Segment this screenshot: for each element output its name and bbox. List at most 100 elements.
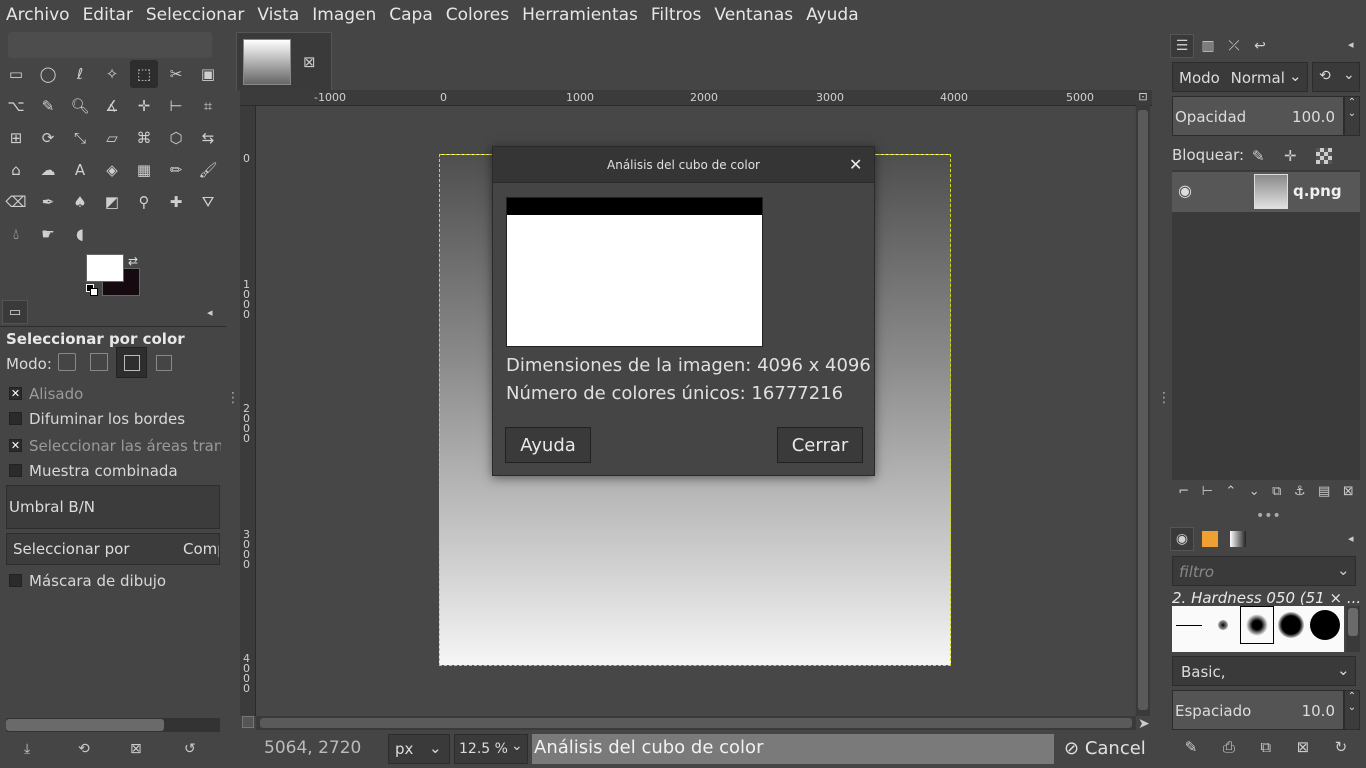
airbrush-icon[interactable]: ✒ — [34, 188, 62, 216]
new-brush-icon[interactable]: ⎙ — [1223, 738, 1235, 762]
unified-transform-icon[interactable]: ⊞ — [2, 124, 30, 152]
gradient-icon[interactable]: ▦ — [130, 156, 158, 184]
smudge-icon[interactable]: ☛ — [34, 220, 62, 248]
lock-alpha-icon[interactable] — [1316, 148, 1332, 164]
opacity-spinner[interactable]: ⌃ ⌄ — [1344, 96, 1360, 136]
mode-replace-icon[interactable] — [58, 353, 76, 371]
free-select-icon[interactable]: ℓ — [66, 60, 94, 88]
layer-mode-select[interactable]: Modo Normal ⌄ — [1172, 62, 1308, 92]
opacity-slider[interactable]: Opacidad 100.0 — [1172, 96, 1344, 136]
paths-tab-icon[interactable]: ⤫ — [1222, 34, 1246, 58]
foreground-select-icon[interactable]: ▣ — [194, 60, 222, 88]
brush-grid[interactable] — [1172, 606, 1344, 652]
fuzzy-select-icon[interactable]: ✧ — [98, 60, 126, 88]
refresh-brushes-icon[interactable]: ↻ — [1335, 738, 1348, 762]
menu-herramientas[interactable]: Herramientas — [522, 5, 638, 25]
perspective-clone-icon[interactable]: ⛛ — [194, 188, 222, 216]
dialog-titlebar[interactable]: Análisis del cubo de color ✕ — [493, 147, 874, 183]
delete-brush-icon[interactable]: ⊠ — [1297, 738, 1310, 762]
mode-intersect-icon[interactable] — [156, 355, 172, 371]
horizontal-scrollbar[interactable] — [256, 716, 1136, 730]
warp-transform-icon[interactable]: ☁ — [34, 156, 62, 184]
close-image-icon[interactable]: ⊠ — [303, 53, 316, 71]
select-transparent-checkbox[interactable]: ✕ — [9, 439, 22, 452]
brush-item-selected[interactable] — [1240, 606, 1274, 644]
image-tab[interactable]: ⊠ — [236, 32, 332, 90]
eraser-icon[interactable]: ⌫ — [2, 188, 30, 216]
save-options-icon[interactable]: ⤓ — [24, 741, 30, 757]
dodge-burn-icon[interactable]: ◖ — [66, 220, 94, 248]
feather-checkbox[interactable] — [9, 412, 22, 425]
spacing-spinner[interactable]: ⌃ ⌄ — [1344, 690, 1360, 730]
antialias-checkbox[interactable]: ✕ — [9, 387, 22, 400]
menu-archivo[interactable]: Archivo — [6, 5, 70, 25]
zoom-select[interactable]: 12.5 % ⌄ — [454, 734, 528, 764]
eye-icon[interactable]: ◉ — [1178, 181, 1192, 200]
select-by-combo[interactable]: Seleccionar por Comp — [6, 533, 220, 565]
draw-mask-checkbox[interactable] — [9, 574, 22, 587]
panel-menu-icon[interactable]: ◂ — [207, 306, 213, 319]
bucket-fill-icon[interactable]: ◈ — [98, 156, 126, 184]
layers-tab-icon[interactable]: ☰ — [1170, 34, 1194, 58]
cancel-button[interactable]: ⊘ Cancel — [1064, 738, 1146, 759]
dock-separator-handle[interactable]: ••• — [1256, 508, 1281, 524]
restore-options-icon[interactable]: ⟲ — [78, 741, 90, 757]
heal-icon[interactable]: ✚ — [162, 188, 190, 216]
undo-history-tab-icon[interactable]: ↩ — [1248, 34, 1272, 58]
warp-icon[interactable]: ⌘ — [130, 124, 158, 152]
default-colors-icon[interactable] — [86, 284, 98, 296]
reset-options-icon[interactable]: ↺ — [184, 741, 196, 757]
menu-filtros[interactable]: Filtros — [651, 5, 702, 25]
new-layer-icon[interactable]: ⊢ — [1202, 484, 1213, 506]
vertical-scrollbar[interactable] — [1136, 106, 1150, 716]
ellipse-select-icon[interactable]: ◯ — [34, 60, 62, 88]
mask-layer-icon[interactable]: ▤ — [1318, 484, 1330, 506]
brush-item[interactable] — [1274, 606, 1308, 644]
pencil-icon[interactable]: ✏ — [162, 156, 190, 184]
paintbrush-icon[interactable]: 🖌︎ — [194, 156, 222, 184]
flip-icon[interactable]: ⇆ — [194, 124, 222, 152]
menu-vista[interactable]: Vista — [257, 5, 299, 25]
scissors-icon[interactable]: ✂ — [162, 60, 190, 88]
lock-position-icon[interactable]: ✛ — [1284, 147, 1297, 165]
lock-pixels-icon[interactable]: ✎ — [1252, 147, 1265, 165]
menu-capa[interactable]: Capa — [389, 5, 433, 25]
brush-grid-scrollbar[interactable] — [1346, 606, 1360, 652]
sample-merged-checkbox[interactable] — [9, 464, 22, 477]
panel-menu-icon[interactable]: ◂ — [1348, 532, 1354, 545]
mode-add-icon[interactable] — [90, 353, 108, 371]
delete-layer-icon[interactable]: ⊠ — [1343, 484, 1354, 506]
text-icon[interactable]: A — [66, 156, 94, 184]
gradients-tab-icon[interactable] — [1226, 527, 1250, 551]
channels-tab-icon[interactable]: ▥ — [1196, 34, 1220, 58]
rect-select-icon[interactable]: ▭ — [2, 60, 30, 88]
measure-icon[interactable]: ∡ — [98, 92, 126, 120]
move-icon[interactable]: ✛ — [130, 92, 158, 120]
raise-layer-icon[interactable]: ⌃ — [1225, 484, 1236, 506]
brushes-tab-icon[interactable]: ◉ — [1170, 527, 1194, 551]
brush-item[interactable] — [1206, 606, 1240, 644]
brush-filter-input[interactable]: filtro ⌄ — [1172, 556, 1356, 586]
unit-select[interactable]: px ⌄ — [388, 734, 450, 764]
menu-imagen[interactable]: Imagen — [312, 5, 376, 25]
ink-icon[interactable]: ♠ — [66, 188, 94, 216]
anchor-layer-icon[interactable]: ⚓︎ — [1294, 484, 1306, 506]
lower-layer-icon[interactable]: ⌄ — [1249, 484, 1260, 506]
shear-icon[interactable]: ▱ — [98, 124, 126, 152]
brush-item[interactable] — [1308, 606, 1342, 644]
perspective-icon[interactable]: ⬡ — [162, 124, 190, 152]
paths-icon[interactable]: ⌥ — [2, 92, 30, 120]
blur-icon[interactable]: 💧︎ — [2, 220, 30, 248]
layer-name[interactable]: q.png — [1293, 182, 1342, 200]
cage-transform-icon[interactable]: ⌂ — [2, 156, 30, 184]
zoom-fit-icon[interactable]: ⊡ — [1136, 90, 1150, 106]
crop-icon[interactable]: ⌗ — [194, 92, 222, 120]
close-button[interactable]: Cerrar — [777, 427, 863, 463]
zoom-icon[interactable]: 🔍︎ — [66, 92, 94, 120]
edit-brush-icon[interactable]: ✎ — [1185, 738, 1198, 762]
menu-seleccionar[interactable]: Seleccionar — [146, 5, 244, 25]
new-layer-group-icon[interactable]: ⌐ — [1178, 484, 1189, 506]
threshold-slider[interactable]: Umbral B/N — [6, 485, 220, 529]
patterns-tab-icon[interactable] — [1198, 527, 1222, 551]
duplicate-layer-icon[interactable]: ⧉ — [1272, 484, 1281, 506]
